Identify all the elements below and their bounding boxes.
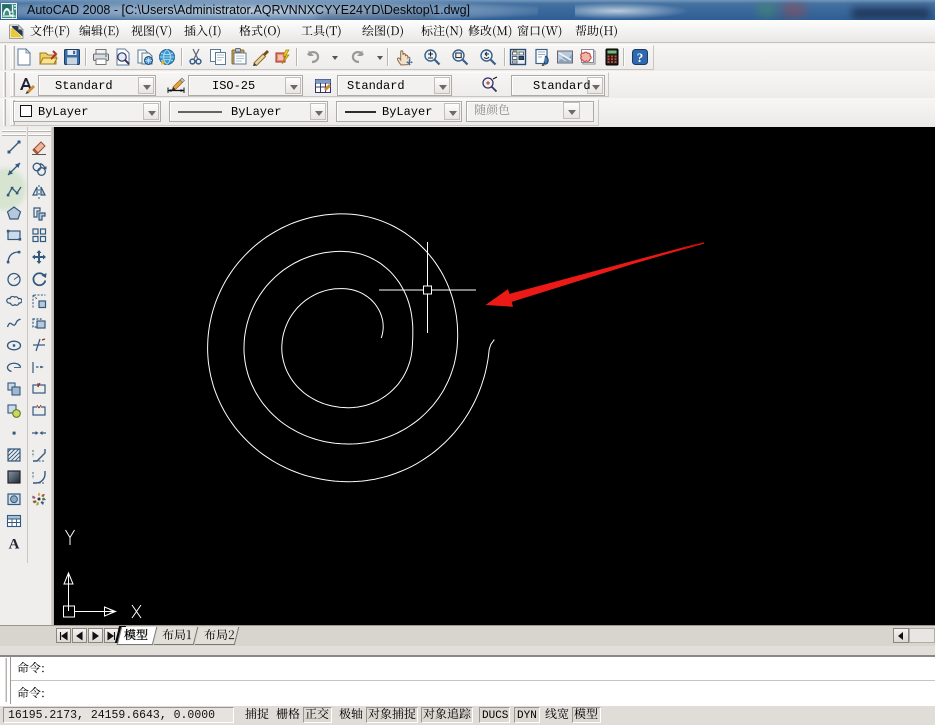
svg-text:A: A: [9, 537, 20, 552]
svg-text:?: ?: [637, 50, 644, 65]
